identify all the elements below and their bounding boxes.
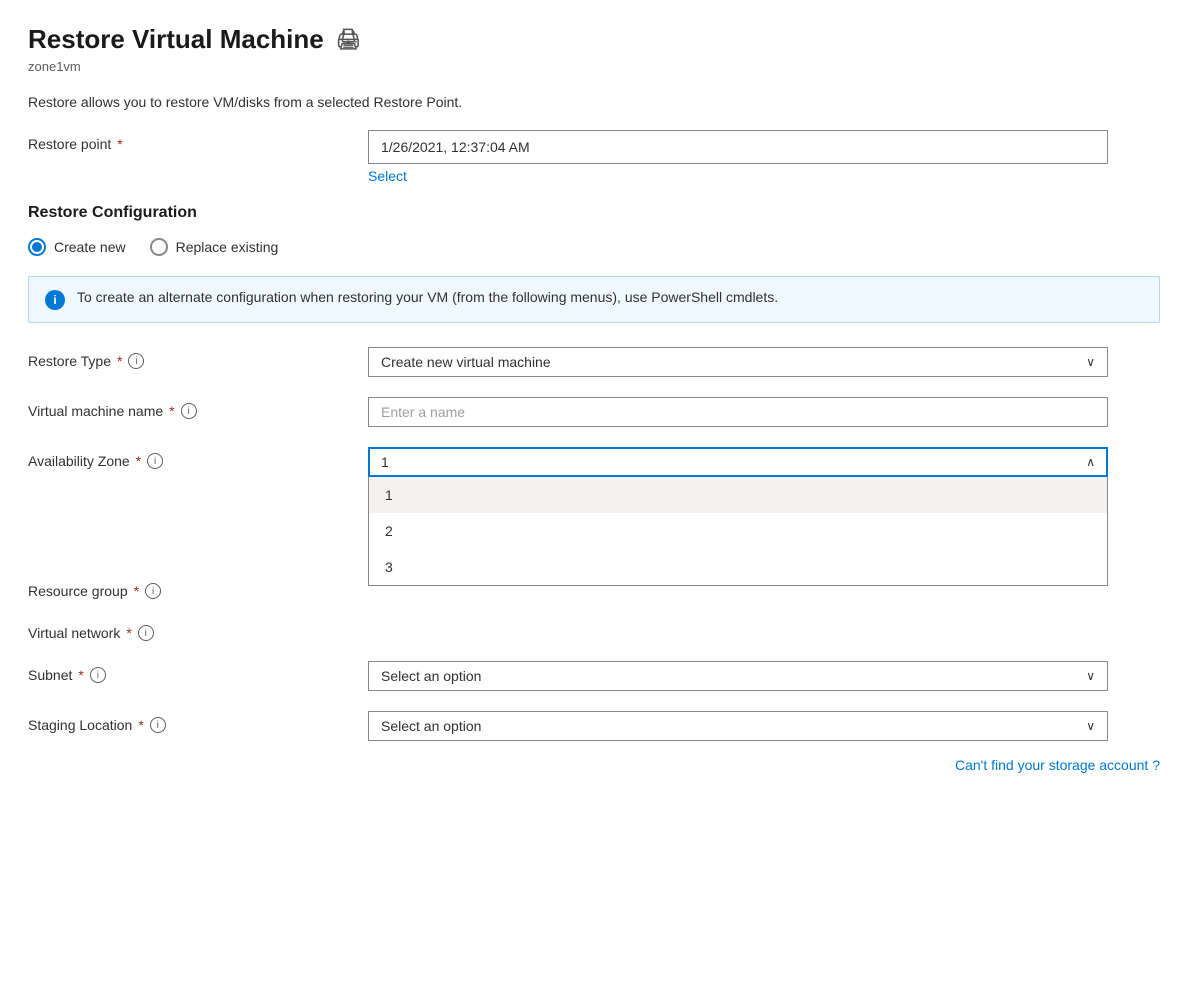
section-title: Restore Configuration [28,204,1160,222]
resource-group-label: Resource group * i [28,577,368,599]
restore-configuration-section: Restore Configuration Create new Replace… [28,204,1160,323]
subnet-row: Subnet * i Select an option ∨ [28,661,1160,691]
availability-zone-info-icon[interactable]: i [147,453,163,469]
info-banner-text: To create an alternate configuration whe… [77,289,778,305]
create-new-label: Create new [54,239,126,255]
restore-type-chevron: ∨ [1086,355,1095,369]
subnet-dropdown[interactable]: Select an option ∨ [368,661,1108,691]
replace-existing-label: Replace existing [176,239,279,255]
availability-zone-control: 1 ∧ 1 2 3 [368,447,1160,477]
subnet-info-icon[interactable]: i [90,667,106,683]
availability-zone-dropdown[interactable]: 1 ∧ [368,447,1108,477]
restore-point-value: 1/26/2021, 12:37:04 AM [368,130,1108,164]
virtual-network-row: Virtual network * i [28,619,1160,641]
staging-location-chevron: ∨ [1086,719,1095,733]
availability-zone-value: 1 [381,454,389,470]
subnet-label: Subnet * i [28,661,368,683]
subnet-control: Select an option ∨ [368,661,1160,691]
restore-type-dropdown[interactable]: Create new virtual machine ∨ [368,347,1108,377]
virtual-network-info-icon[interactable]: i [138,625,154,641]
restore-point-control: 1/26/2021, 12:37:04 AM Select [368,130,1160,184]
vm-name-control [368,397,1160,427]
cant-find-storage-link[interactable]: Can't find your storage account ? [955,757,1160,773]
subnet-chevron: ∨ [1086,669,1095,683]
restore-type-label: Restore Type * i [28,347,368,369]
subnet-value: Select an option [381,668,481,684]
restore-options-group: Create new Replace existing [28,238,1160,256]
info-banner-icon: i [45,290,65,310]
replace-existing-radio[interactable] [150,238,168,256]
create-new-option[interactable]: Create new [28,238,126,256]
availability-zone-label: Availability Zone * i [28,447,368,469]
page-subtitle: zone1vm [28,59,1160,74]
staging-location-row: Staging Location * i Select an option ∨ … [28,711,1160,773]
az-option-2[interactable]: 2 [369,513,1107,549]
availability-zone-menu: 1 2 3 [368,477,1108,586]
availability-zone-row: Availability Zone * i 1 ∧ 1 2 3 [28,447,1160,477]
required-indicator: * [117,136,122,152]
print-icon[interactable]: 🖨 [336,27,361,52]
page-title-row: Restore Virtual Machine 🖨 [28,24,1160,55]
page-title: Restore Virtual Machine [28,24,324,55]
restore-point-row: Restore point * 1/26/2021, 12:37:04 AM S… [28,130,1160,184]
staging-location-label: Staging Location * i [28,711,368,733]
vm-name-label: Virtual machine name * i [28,397,368,419]
restore-type-row: Restore Type * i Create new virtual mach… [28,347,1160,377]
availability-zone-chevron: ∧ [1086,455,1095,469]
staging-location-value: Select an option [381,718,481,734]
resource-group-info-icon[interactable]: i [145,583,161,599]
virtual-network-label: Virtual network * i [28,619,368,641]
create-new-radio[interactable] [28,238,46,256]
replace-existing-option[interactable]: Replace existing [150,238,279,256]
az-option-3[interactable]: 3 [369,549,1107,585]
staging-location-control: Select an option ∨ Can't find your stora… [368,711,1160,773]
restore-type-value: Create new virtual machine [381,354,551,370]
vm-name-info-icon[interactable]: i [181,403,197,419]
availability-zone-wrapper: 1 ∧ 1 2 3 [368,447,1108,477]
staging-location-dropdown[interactable]: Select an option ∨ [368,711,1108,741]
restore-type-control: Create new virtual machine ∨ [368,347,1160,377]
form-section: Restore Type * i Create new virtual mach… [28,347,1160,773]
info-banner: i To create an alternate configuration w… [28,276,1160,323]
vm-name-input[interactable] [368,397,1108,427]
restore-point-label: Restore point * [28,130,368,152]
restore-type-info-icon[interactable]: i [128,353,144,369]
select-restore-point-link[interactable]: Select [368,168,1160,184]
az-option-1[interactable]: 1 [369,477,1107,513]
staging-location-info-icon[interactable]: i [150,717,166,733]
vm-name-row: Virtual machine name * i [28,397,1160,427]
page-description: Restore allows you to restore VM/disks f… [28,94,1160,110]
